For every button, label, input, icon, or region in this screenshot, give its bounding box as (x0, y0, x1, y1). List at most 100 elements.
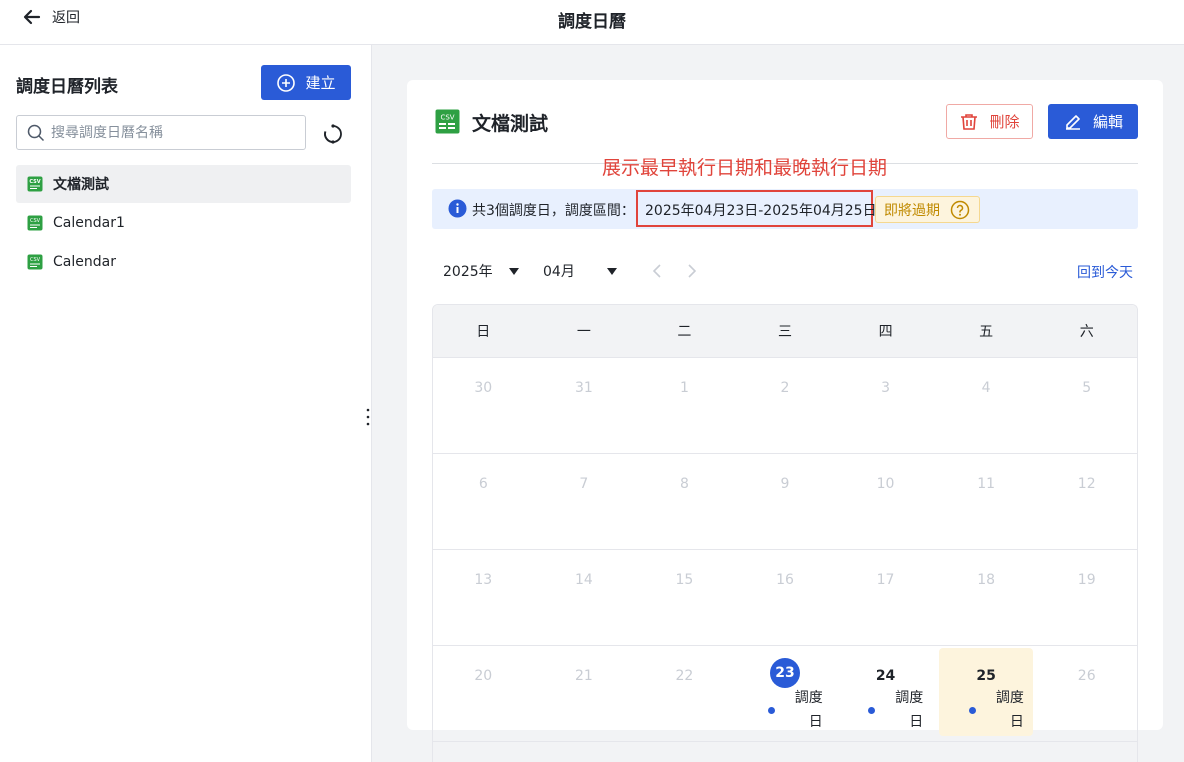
trash-icon (961, 113, 978, 130)
day-number: 3 (881, 380, 891, 396)
calendar-day-cell[interactable]: 15 (634, 550, 735, 645)
caret-down-icon (508, 267, 519, 275)
list-item-label: Calendar1 (53, 215, 125, 231)
calendar-day-cell[interactable]: 24 調度日 (835, 646, 936, 741)
calendar-day-cell[interactable]: 22 (634, 646, 735, 741)
month-select[interactable]: 04月 (543, 261, 617, 281)
weekday-label: 六 (1079, 324, 1094, 340)
calendar-day-cell[interactable]: 4 (936, 358, 1037, 453)
weekday-header: 日一二三四五六 (433, 305, 1137, 358)
weekday-label: 一 (576, 324, 591, 340)
day-number: 4 (981, 380, 991, 396)
weekday-label: 三 (777, 324, 792, 340)
csv-file-icon: CSV (27, 176, 43, 192)
schedule-event: 調度日 (767, 686, 823, 734)
event-label: 調度日 (794, 690, 823, 730)
calendar-week-row: 6 7 8 9 10 11 12 (433, 454, 1137, 550)
day-number: 5 (1082, 380, 1092, 396)
calendar-day-cell[interactable]: 5 (1036, 358, 1137, 453)
day-number: 17 (876, 572, 895, 588)
year-select[interactable]: 2025年 (443, 261, 519, 281)
list-item-label: Calendar (53, 254, 116, 270)
calendar-day-cell[interactable]: 21 (534, 646, 635, 741)
calendar-day-cell[interactable]: 7 (534, 454, 635, 549)
calendar-day-cell[interactable]: 10 (835, 454, 936, 549)
edit-button[interactable]: 編輯 (1048, 104, 1138, 139)
day-number: 15 (675, 572, 694, 588)
calendar-day-cell[interactable]: 14 (534, 550, 635, 645)
month-value: 04月 (543, 264, 575, 280)
calendar-day-cell[interactable]: 9 (735, 454, 836, 549)
day-number: 11 (977, 476, 996, 492)
calendar-day-cell[interactable]: 8 (634, 454, 735, 549)
calendar-day-cell[interactable]: 18 (936, 550, 1037, 645)
top-bar: 返回 調度日曆 (0, 0, 1184, 45)
plus-circle-icon (277, 73, 296, 92)
svg-text:CSV: CSV (29, 179, 40, 185)
day-number: 13 (474, 572, 493, 588)
calendar-day-cell[interactable]: 20 (433, 646, 534, 741)
csv-file-icon: CSV (435, 109, 460, 134)
day-number: 22 (675, 668, 694, 684)
event-label: 調度日 (895, 690, 924, 730)
expire-label: 即將過期 (884, 202, 940, 219)
schedule-event: 調度日 (968, 686, 1024, 734)
calendar-day-cell[interactable]: 11 (936, 454, 1037, 549)
list-item[interactable]: CSV 文檔測試 (16, 165, 351, 203)
sidebar: 調度日曆列表 建立 CSV 文檔測試 CSV Calendar1 CSV Cal… (0, 45, 372, 762)
event-dot-icon (767, 707, 775, 714)
day-number: 9 (780, 476, 790, 492)
annotation-text: 展示最早執行日期和最晚執行日期 (602, 157, 888, 179)
calendar-day-cell[interactable]: 31 (534, 358, 635, 453)
day-number: 26 (1077, 668, 1096, 684)
day-number: 6 (478, 476, 488, 492)
page-title: 調度日曆 (558, 12, 626, 32)
info-text: 共3個調度日，調度區間： (472, 203, 635, 219)
caret-down-icon (606, 267, 617, 275)
list-item[interactable]: CSV Calendar1 (16, 204, 351, 242)
day-number: 14 (574, 572, 593, 588)
calendar-day-cell[interactable]: 25 調度日 (936, 646, 1037, 741)
calendar-day-cell[interactable]: 19 (1036, 550, 1137, 645)
delete-label: 刪除 (989, 113, 1020, 131)
chevron-right-icon[interactable] (685, 263, 699, 279)
day-number: 2 (780, 380, 790, 396)
day-number: 24 (875, 668, 896, 684)
year-value: 2025年 (443, 264, 493, 280)
calendar-day-cell[interactable]: 30 (433, 358, 534, 453)
event-dot-icon (968, 707, 976, 714)
detail-title: 文檔測試 (472, 113, 549, 135)
refresh-icon[interactable] (322, 123, 344, 145)
calendar-week-row: 30 31 1 2 3 4 5 (433, 358, 1137, 454)
sidebar-title: 調度日曆列表 (16, 77, 118, 97)
calendar-day-cell[interactable]: 12 (1036, 454, 1137, 549)
search-icon (27, 124, 45, 141)
calendar-day-cell[interactable]: 17 (835, 550, 936, 645)
calendar-day-cell[interactable]: 1 (634, 358, 735, 453)
day-number: 10 (876, 476, 895, 492)
calendar-list: CSV 文檔測試 CSV Calendar1 CSV Calendar (16, 165, 351, 282)
calendar-day-cell[interactable]: 13 (433, 550, 534, 645)
delete-button[interactable]: 刪除 (946, 104, 1033, 139)
day-number: 8 (679, 476, 689, 492)
calendar-day-cell[interactable]: 3 (835, 358, 936, 453)
question-icon (950, 200, 970, 219)
csv-file-icon: CSV (27, 254, 43, 270)
calendar-day-cell[interactable]: 6 (433, 454, 534, 549)
day-number: 31 (574, 380, 593, 396)
create-label: 建立 (305, 74, 336, 92)
day-number: 1 (679, 380, 689, 396)
calendar-day-cell[interactable]: 23 調度日 (735, 646, 836, 741)
schedule-range: 2025年04月23日-2025年04月25日 (645, 203, 877, 219)
day-number: 16 (776, 572, 794, 588)
edit-icon (1065, 114, 1080, 130)
search-input[interactable] (51, 124, 291, 141)
create-button[interactable]: 建立 (261, 65, 351, 100)
list-item[interactable]: CSV Calendar (16, 243, 351, 281)
expire-tag[interactable]: 即將過期 (875, 196, 980, 223)
calendar-day-cell[interactable]: 16 (735, 550, 836, 645)
calendar-day-cell[interactable]: 26 (1036, 646, 1137, 741)
calendar-day-cell[interactable]: 2 (735, 358, 836, 453)
today-link[interactable]: 回到今天 (1077, 262, 1133, 282)
chevron-left-icon[interactable] (650, 263, 664, 279)
